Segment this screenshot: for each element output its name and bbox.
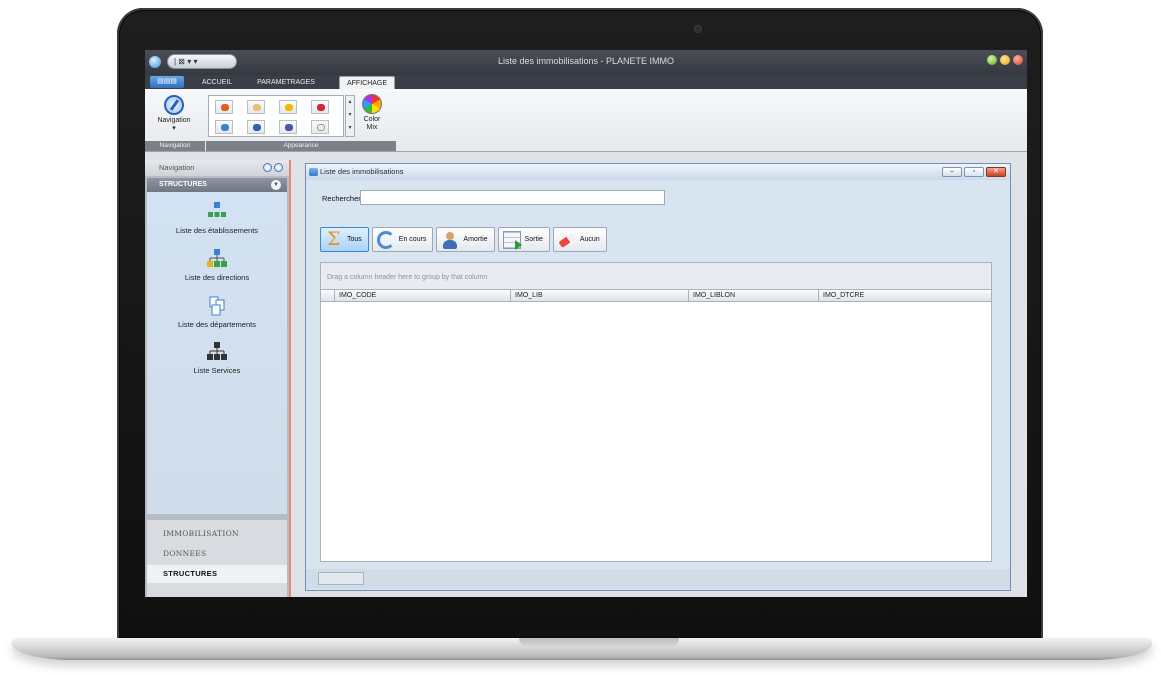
sidebar-item-label: Liste des directions <box>184 273 250 282</box>
pane-immobilisation[interactable]: IMMOBILISATION <box>147 525 287 543</box>
laptop-base <box>12 638 1152 660</box>
status-cell <box>318 572 364 585</box>
structures-header[interactable]: STRUCTURES ▼ <box>147 178 287 192</box>
hierarchy-icon <box>207 342 227 360</box>
data-grid[interactable]: Drag a column header here to group by th… <box>320 262 992 562</box>
app-screen: | ⊠ ▾ ▾ Liste des immobilisations - PLAN… <box>145 50 1027 597</box>
sidebar-item-label: Liste Services <box>193 366 241 375</box>
eraser-icon <box>558 231 576 249</box>
sidebar-item-label: Liste des établissements <box>175 226 259 235</box>
filter-en-cours-button[interactable]: En cours <box>371 227 434 252</box>
tab-parametrages[interactable]: PARAMETRAGES <box>253 76 319 89</box>
style-swatch[interactable] <box>279 100 297 114</box>
pin-icon[interactable] <box>263 163 272 172</box>
filter-aucun-button[interactable]: Aucun <box>552 227 607 252</box>
sidebar-item-directions[interactable]: Liste des directions <box>147 249 287 282</box>
filter-toolbar: Tous En cours Amortie Sortie Aucun <box>320 227 607 252</box>
close-icon[interactable] <box>1013 55 1023 65</box>
title-bar: | ⊠ ▾ ▾ Liste des immobilisations - PLAN… <box>145 50 1027 75</box>
filter-label: Aucun <box>579 236 600 243</box>
child-window-title: Liste des immobilisations – ▫ ✕ <box>306 164 1010 180</box>
color-mix-label-1: Color <box>363 116 381 123</box>
laptop-notch <box>519 638 679 647</box>
status-bar <box>306 569 1010 589</box>
column-header-imo-code[interactable]: IMO_CODE <box>335 290 511 301</box>
file-tab[interactable]: ▤▤▤ <box>150 76 184 88</box>
structures-list: Liste des établissements Liste des direc… <box>147 192 287 514</box>
window-title: Liste des immobilisations - PLANETE IMMO <box>497 56 675 66</box>
maximize-icon[interactable] <box>1000 55 1010 65</box>
sidebar-item-etablissements[interactable]: Liste des établissements <box>147 202 287 235</box>
sidebar-item-services[interactable]: Liste Services <box>147 342 287 375</box>
filter-label: Sortie <box>524 236 543 243</box>
search-label: Rechercher <box>322 194 361 203</box>
immobilisations-window: Liste des immobilisations – ▫ ✕ Recherch… <box>305 163 1011 591</box>
collapse-icon[interactable]: ▼ <box>271 180 281 190</box>
restore-icon[interactable]: ▫ <box>964 167 984 177</box>
grid-export-icon <box>502 230 522 250</box>
org-chart-icon <box>207 249 227 267</box>
style-swatch[interactable] <box>279 120 297 134</box>
grid-header: IMO_CODE IMO_LIB IMO_LIBLON IMO_DTCRE <box>321 289 991 302</box>
tab-affichage[interactable]: AFFICHAGE <box>339 76 395 89</box>
navigation-group-label: Navigation <box>145 141 205 151</box>
sidebar-title: Navigation <box>145 160 289 176</box>
sidebar-title-label: Navigation <box>159 163 195 172</box>
style-swatch[interactable] <box>247 120 265 134</box>
color-mix-label-2: Mix <box>366 124 378 131</box>
pane-structures[interactable]: STRUCTURES <box>147 565 287 583</box>
sigma-icon <box>325 228 343 250</box>
style-swatch[interactable] <box>311 100 329 114</box>
filter-amortie-button[interactable]: Amortie <box>436 227 495 252</box>
minimize-icon[interactable]: – <box>942 167 962 177</box>
ribbon-tabs: ▤▤▤ ACCUEIL PARAMETRAGES AFFICHAGE <box>145 75 1027 89</box>
style-swatch[interactable] <box>215 120 233 134</box>
building-icon <box>208 202 226 217</box>
child-window-controls: – ▫ ✕ <box>942 167 1006 177</box>
window-icon <box>309 168 318 176</box>
tab-accueil[interactable]: ACCUEIL <box>197 76 237 89</box>
row-indicator-header <box>321 290 335 301</box>
appearance-group-label: Appearance <box>206 141 396 151</box>
filter-tous-button[interactable]: Tous <box>320 227 369 252</box>
navigation-sidebar: Navigation STRUCTURES ▼ Liste des établi… <box>145 160 291 597</box>
navigation-button[interactable]: Navigation ▾ <box>152 93 196 137</box>
style-swatch[interactable] <box>311 120 329 134</box>
search-input[interactable] <box>360 190 665 205</box>
pane-donnees[interactable]: DONNEES <box>147 545 287 563</box>
column-header-imo-liblon[interactable]: IMO_LIBLON <box>689 290 819 301</box>
sidebar-title-buttons <box>263 163 283 172</box>
sidebar-item-label: Liste des départements <box>178 320 256 329</box>
compass-icon <box>164 95 184 115</box>
appearance-gallery <box>208 95 344 137</box>
navigation-button-label: Navigation <box>157 117 191 124</box>
filter-label: En cours <box>398 236 427 243</box>
minimize-icon[interactable] <box>987 55 997 65</box>
person-icon <box>441 231 459 249</box>
palette-icon <box>362 94 382 114</box>
style-swatch[interactable] <box>247 100 265 114</box>
style-swatch[interactable] <box>215 100 233 114</box>
filter-label: Tous <box>347 236 362 243</box>
group-by-panel[interactable]: Drag a column header here to group by th… <box>321 263 991 289</box>
refresh-icon <box>376 230 395 249</box>
close-icon[interactable]: ✕ <box>986 167 1006 177</box>
expand-icon[interactable] <box>274 163 283 172</box>
child-window-title-label: Liste des immobilisations <box>320 167 404 176</box>
documents-icon <box>209 296 225 316</box>
column-header-imo-lib[interactable]: IMO_LIB <box>511 290 689 301</box>
structures-header-label: STRUCTURES <box>159 181 207 188</box>
column-header-imo-dtcre[interactable]: IMO_DTCRE <box>819 290 991 301</box>
filter-label: Amortie <box>463 236 488 243</box>
ribbon: Navigation ▾ ▴ ▾ ▾ Color Mix Navigation App… <box>145 89 1027 152</box>
camera <box>695 26 701 32</box>
filter-sortie-button[interactable]: Sortie <box>497 227 550 252</box>
color-mix-button[interactable]: Color Mix <box>359 93 385 137</box>
gallery-scroll[interactable]: ▴ ▾ ▾ <box>345 95 355 137</box>
sidebar-item-departements[interactable]: Liste des départements <box>147 296 287 329</box>
window-controls <box>987 55 1023 65</box>
navigation-pane-buttons: IMMOBILISATION DONNEES STRUCTURES <box>147 520 287 597</box>
